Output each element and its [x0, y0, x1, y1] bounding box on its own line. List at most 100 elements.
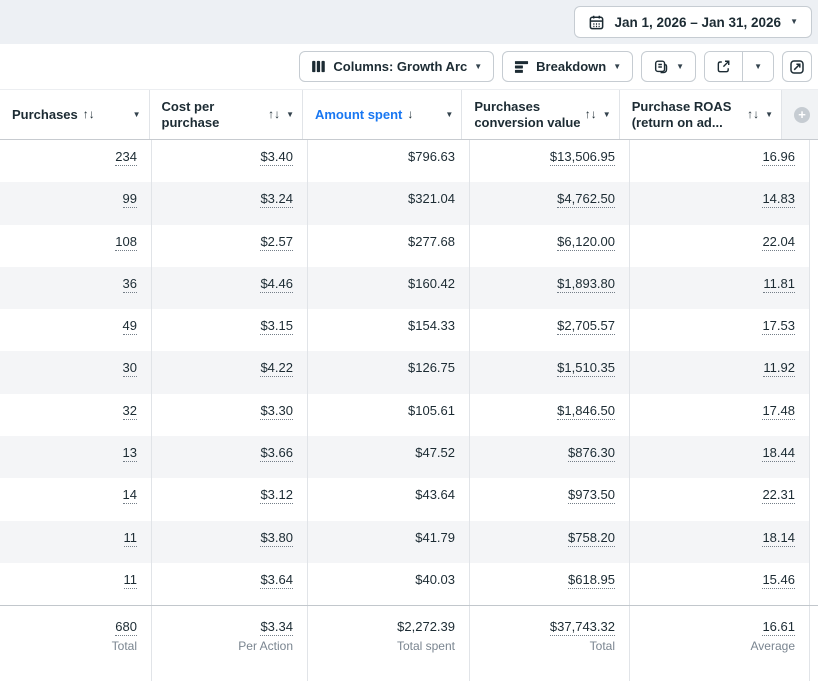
- table-row: 36 $4.46 $160.42 $1,893.80 11.81: [0, 266, 818, 310]
- metric-value[interactable]: $973.50: [568, 487, 615, 505]
- cell-cost-per-purchase: $2.57: [152, 224, 308, 267]
- metric-value[interactable]: 11: [123, 571, 137, 589]
- metric-value: $126.75: [408, 360, 455, 376]
- breakdown-button[interactable]: Breakdown ▼: [502, 51, 634, 82]
- sort-both-icon[interactable]: ↑↓: [83, 107, 95, 121]
- export-button[interactable]: [705, 52, 743, 81]
- metric-value[interactable]: 17.53: [762, 318, 795, 336]
- column-header-purchases[interactable]: Purchases ↑↓ ▼: [0, 90, 150, 139]
- export-options-button[interactable]: ▼: [743, 52, 773, 81]
- column-header-purchase-roas[interactable]: Purchase ROAS (return on ad... ↑↓ ▼: [620, 90, 782, 139]
- view-charts-button[interactable]: [782, 51, 812, 82]
- metric-value[interactable]: 30: [122, 360, 137, 378]
- metric-value[interactable]: $3.80: [260, 529, 293, 547]
- total-value[interactable]: $3.34: [260, 619, 293, 637]
- column-header-purchases-conversion-value[interactable]: Purchases conversion value ↑↓ ▼: [462, 90, 620, 139]
- column-header-cost-per-purchase[interactable]: Cost per purchase ↑↓ ▼: [150, 90, 303, 139]
- metric-value[interactable]: 16.96: [762, 149, 795, 166]
- metric-value[interactable]: $1,893.80: [557, 275, 615, 293]
- chevron-down-icon[interactable]: ▼: [765, 110, 773, 119]
- table-header: Purchases ↑↓ ▼ Cost per purchase ↑↓ ▼ Am…: [0, 90, 818, 140]
- metric-value[interactable]: 14: [122, 487, 137, 505]
- total-value[interactable]: 680: [115, 619, 137, 637]
- calendar-icon: [588, 14, 605, 31]
- table-row: 234 $3.40 $796.63 $13,506.95 16.96: [0, 140, 818, 183]
- scroll-gutter: [810, 182, 818, 225]
- metric-value[interactable]: $4.46: [260, 275, 293, 293]
- metric-value[interactable]: $3.12: [260, 487, 293, 505]
- cell-amount-spent: $277.68: [308, 224, 470, 267]
- cell-purchases-conversion-value: $876.30: [470, 436, 630, 479]
- sort-both-icon[interactable]: ↑↓: [585, 107, 597, 121]
- column-label: Purchases conversion value: [474, 99, 581, 130]
- metric-value[interactable]: 17.48: [762, 402, 795, 420]
- metric-value[interactable]: $6,120.00: [557, 233, 615, 251]
- metric-value[interactable]: $1,510.35: [557, 360, 615, 378]
- cell-purchases: 234: [0, 140, 152, 183]
- metric-value[interactable]: 32: [122, 402, 137, 420]
- metric-value[interactable]: $618.95: [568, 571, 615, 589]
- chevron-down-icon[interactable]: ▼: [445, 110, 453, 119]
- plus-icon: +: [793, 106, 810, 123]
- metric-value[interactable]: 99: [122, 191, 137, 209]
- cell-amount-spent: $47.52: [308, 436, 470, 479]
- totals-row: 680 Total $3.34 Per Action $2,272.39 Tot…: [0, 605, 818, 681]
- total-value[interactable]: 16.61: [762, 619, 795, 637]
- metric-value[interactable]: 11.92: [763, 360, 795, 378]
- metric-value: $321.04: [408, 191, 455, 207]
- chevron-down-icon[interactable]: ▼: [603, 110, 611, 119]
- total-value[interactable]: $37,743.32: [549, 619, 615, 637]
- metric-value[interactable]: $4,762.50: [557, 191, 615, 209]
- cell-purchases-conversion-value: $973.50: [470, 478, 630, 521]
- metric-value[interactable]: 36: [122, 275, 137, 293]
- scroll-gutter: [810, 562, 818, 606]
- chevron-down-icon[interactable]: ▼: [133, 110, 141, 119]
- metric-value[interactable]: $3.64: [260, 571, 293, 589]
- metric-value[interactable]: $876.30: [568, 445, 615, 463]
- export-button-group: ▼: [704, 51, 774, 82]
- metric-value[interactable]: 234: [115, 149, 137, 166]
- metric-value: $796.63: [408, 149, 455, 164]
- metric-value[interactable]: 22.31: [762, 487, 795, 505]
- add-column-button[interactable]: +: [781, 90, 818, 139]
- metric-value[interactable]: $3.30: [260, 402, 293, 420]
- metric-value[interactable]: $2.57: [260, 233, 293, 251]
- total-cell-purchase-roas: 16.61 Average: [630, 606, 810, 681]
- metric-value[interactable]: 18.14: [762, 529, 795, 547]
- chevron-down-icon[interactable]: ▼: [286, 110, 294, 119]
- metric-value[interactable]: 15.46: [762, 571, 795, 589]
- metric-value[interactable]: $13,506.95: [549, 149, 615, 166]
- column-label: Purchases: [12, 106, 78, 122]
- metric-value[interactable]: $2,705.57: [557, 318, 615, 336]
- metric-value[interactable]: 108: [115, 233, 137, 251]
- metric-value[interactable]: 18.44: [762, 445, 795, 463]
- sort-descending-icon[interactable]: ↓: [407, 107, 413, 121]
- metric-value[interactable]: $3.24: [260, 191, 293, 209]
- metric-value: $43.64: [415, 487, 455, 503]
- metric-value[interactable]: $3.66: [260, 445, 293, 463]
- metric-value[interactable]: 11.81: [763, 275, 795, 293]
- cell-cost-per-purchase: $3.80: [152, 520, 308, 563]
- metric-value[interactable]: 14.83: [762, 191, 795, 209]
- metric-value[interactable]: $758.20: [568, 529, 615, 547]
- cell-purchases: 30: [0, 351, 152, 394]
- metric-value[interactable]: $1,846.50: [557, 402, 615, 420]
- cell-purchase-roas: 11.92: [630, 351, 810, 394]
- metric-value[interactable]: $3.15: [260, 318, 293, 336]
- metric-value: $47.52: [415, 445, 455, 461]
- columns-preset-button[interactable]: Columns: Growth Arc ▼: [299, 51, 495, 82]
- column-header-amount-spent[interactable]: Amount spent ↓ ▼: [303, 90, 463, 139]
- metric-value: $277.68: [408, 233, 455, 249]
- sort-both-icon[interactable]: ↑↓: [268, 107, 280, 121]
- reports-button[interactable]: ▼: [641, 51, 697, 82]
- metric-value[interactable]: $4.22: [260, 360, 293, 378]
- metric-value[interactable]: 22.04: [762, 233, 795, 251]
- metric-value[interactable]: $3.40: [260, 149, 293, 166]
- metric-value[interactable]: 11: [123, 529, 137, 547]
- sort-both-icon[interactable]: ↑↓: [747, 107, 759, 121]
- metric-value[interactable]: 49: [122, 318, 137, 336]
- metric-value[interactable]: 13: [122, 445, 137, 463]
- date-range-picker[interactable]: Jan 1, 2026 – Jan 31, 2026 ▼: [574, 6, 812, 38]
- cell-amount-spent: $43.64: [308, 478, 470, 521]
- chart-trend-icon: [789, 59, 805, 75]
